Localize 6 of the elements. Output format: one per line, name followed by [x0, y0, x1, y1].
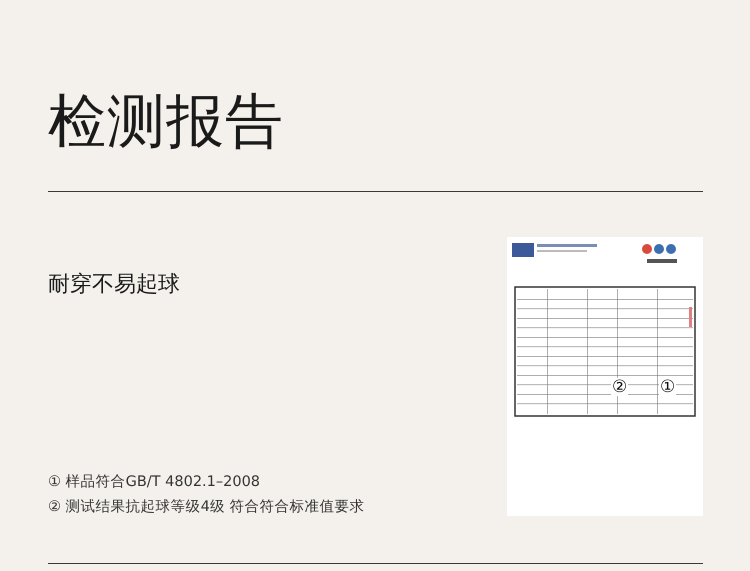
note-text: ① 样品符合GB/T 4802.1–2008: [48, 473, 262, 491]
callout-marker: ①: [659, 378, 676, 396]
page-title: 检测报告: [48, 86, 285, 156]
callout-marker: ②: [611, 378, 628, 396]
note-text: ② 测试结果抗起球等级4级 符合符合标准值要求: [48, 498, 364, 516]
section-subtitle: 耐穿不易起球: [48, 271, 181, 299]
